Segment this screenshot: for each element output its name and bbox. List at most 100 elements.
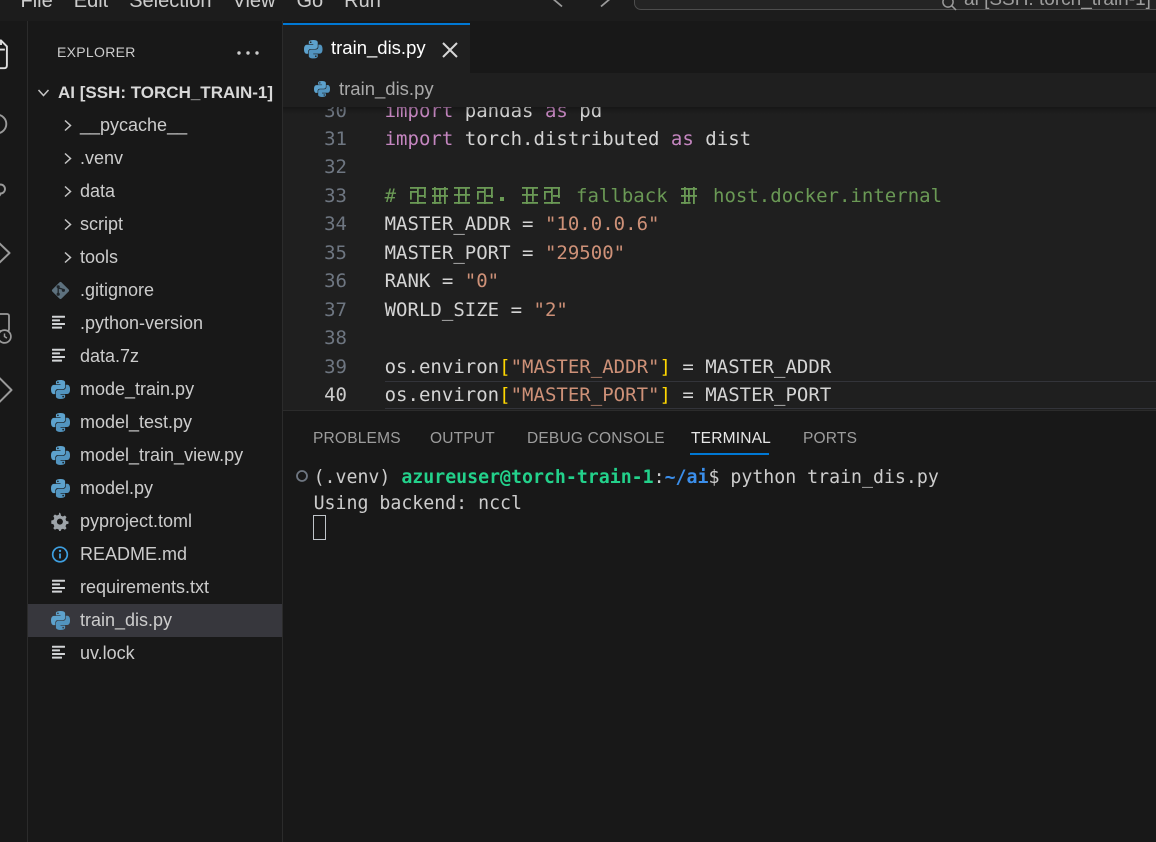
code-line-34: MASTER_ADDR = "10.0.0.6" [385,210,660,238]
tree-item--venv[interactable]: .venv [28,142,282,175]
token-def: = MASTER_ADDR [671,356,831,378]
line-number: 40 [283,381,347,409]
line-number: 34 [283,210,347,238]
activity-item-files-icon[interactable] [0,37,28,73]
item-label: .python-version [80,307,203,340]
search-icon [941,0,958,12]
vscode-window: FileEditSelectionViewGoRun ai [SSH: torc… [0,0,1156,842]
python-icon [51,413,70,432]
panel-tab-ports[interactable]: PORTS [803,411,857,455]
token-def: os.environ [385,356,500,378]
run-debug-icon [0,235,16,271]
line-number: 36 [283,267,347,295]
token-str: "0" [465,270,499,292]
terminal-segment-fg: : [654,467,665,488]
line-number: 38 [283,324,347,352]
tree-item-pyproject-toml[interactable]: pyproject.toml [28,505,282,538]
menu-bar: FileEditSelectionViewGoRun [10,0,391,19]
document-icon [51,347,70,366]
code-line-33: # fallback host.docker.internal [385,182,942,210]
python-icon [51,611,70,630]
cjk-char [475,182,497,210]
menu-view[interactable]: View [222,0,286,13]
extension-icon [0,372,16,408]
panel-tab-terminal[interactable]: TERMINAL [691,411,771,455]
tree-item-readme-md[interactable]: README.md [28,538,282,571]
token-brk: [ [499,356,510,378]
tree-item--python-version[interactable]: .python-version [28,307,282,340]
git-icon [51,281,70,300]
menu-file[interactable]: File [10,0,63,13]
code-editor[interactable]: 3031323334353637383940 import pandas as … [283,107,1156,410]
menu-go[interactable]: Go [286,0,334,13]
chevron-down-icon [35,84,52,101]
line-number: 35 [283,239,347,267]
activity-item-remote-explorer-icon[interactable] [0,310,28,346]
tree-root[interactable]: AI [SSH: TORCH_TRAIN-1] [28,76,282,109]
command-decoration-icon [295,469,309,483]
tree-item-script[interactable]: script [28,208,282,241]
gear-icon [51,512,70,531]
line-number: 31 [283,125,347,153]
item-label: mode_train.py [80,373,194,406]
token-str: "29500" [545,242,625,264]
menu-run[interactable]: Run [334,0,392,13]
tree-item--pycache-[interactable]: __pycache__ [28,109,282,142]
tree-item-mode-train-py[interactable]: mode_train.py [28,373,282,406]
breadcrumb[interactable]: train_dis.py [283,73,1156,105]
item-label: uv.lock [80,637,135,670]
document-icon [51,644,70,663]
item-label: model_train_view.py [80,439,243,472]
item-label: AI [SSH: TORCH_TRAIN-1] [58,76,273,109]
tree-item-requirements-txt[interactable]: requirements.txt [28,571,282,604]
activity-item-run-debug-icon[interactable] [0,235,28,271]
activity-item-search-icon[interactable] [0,109,28,145]
nav-back-arrow-icon[interactable] [549,0,565,14]
search-icon [0,109,16,145]
code-line-31: import torch.distributed as dist [385,125,752,153]
token-def: = MASTER_PORT [671,384,831,406]
token-str: "2" [533,299,567,321]
panel-tab-problems[interactable]: PROBLEMS [313,411,401,455]
tree-item--gitignore[interactable]: .gitignore [28,274,282,307]
close-icon[interactable] [440,40,460,60]
token-brk: [ [499,384,510,406]
panel-tab-output[interactable]: OUTPUT [430,411,495,455]
chevron-right-icon [59,183,76,200]
terminal-segment-fg: Using backend: nccl [314,493,522,514]
tab-train-dis[interactable]: train_dis.py [283,23,470,73]
activity-item-source-control-icon[interactable] [0,175,28,211]
info-icon [51,545,70,564]
files-icon [0,37,16,73]
item-label: README.md [80,538,187,571]
menu-selection[interactable]: Selection [119,0,222,13]
chevron-right-icon [59,216,76,233]
terminal-line: Using backend: nccl [314,491,522,517]
item-label: model.py [80,472,153,505]
code-line-35: MASTER_PORT = "29500" [385,239,626,267]
chevron-right-icon [59,249,76,266]
more-actions-icon[interactable] [234,39,262,67]
cjk-char [430,182,452,210]
item-label: pyproject.toml [80,505,192,538]
token-str: "MASTER_PORT" [511,384,660,406]
token-kw: import [385,128,454,150]
tree-item-model-train-view-py[interactable]: model_train_view.py [28,439,282,472]
tree-item-data[interactable]: data [28,175,282,208]
tab-bar: train_dis.py [283,21,1156,73]
tree-item-model-py[interactable]: model.py [28,472,282,505]
cjk-char [452,182,474,210]
token-kw: as [671,128,694,150]
panel-tab-debug-console[interactable]: DEBUG CONSOLE [527,411,665,455]
activity-item-extension-icon[interactable] [0,372,28,408]
tree-item-model-test-py[interactable]: model_test.py [28,406,282,439]
tree-item-data-7z[interactable]: data.7z [28,340,282,373]
nav-forward-arrow-icon[interactable] [598,0,614,14]
tree-item-uv-lock[interactable]: uv.lock [28,637,282,670]
menu-edit[interactable]: Edit [63,0,118,13]
item-label: model_test.py [80,406,192,439]
tree-item-tools[interactable]: tools [28,241,282,274]
title-bar: FileEditSelectionViewGoRun ai [SSH: torc… [0,0,1156,21]
cjk-char [497,182,519,210]
tree-item-train-dis-py[interactable]: train_dis.py [28,604,282,637]
